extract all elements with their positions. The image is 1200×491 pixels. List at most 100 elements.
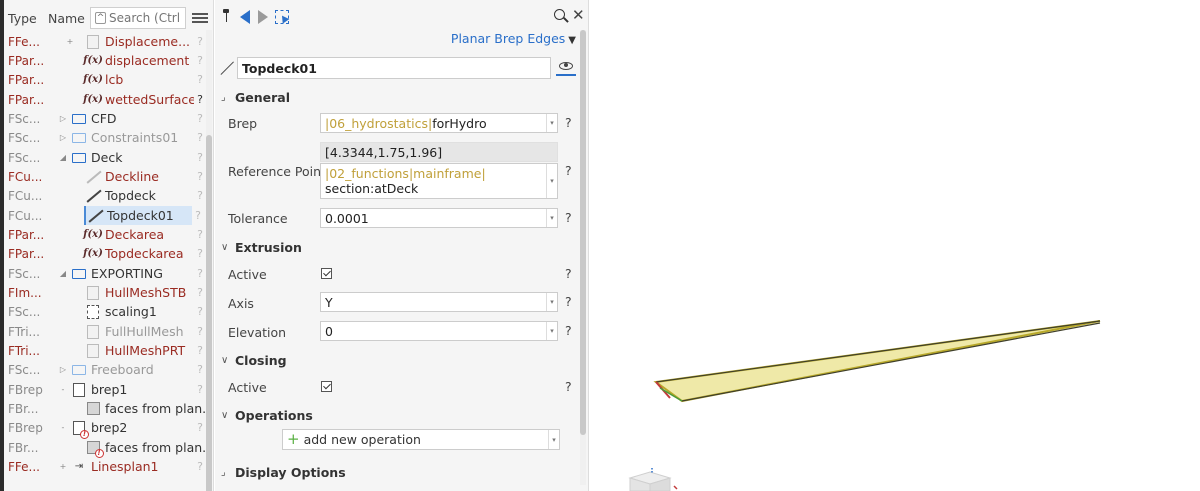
section-closing[interactable]: ∨ Closing xyxy=(221,353,287,368)
help-icon[interactable]: ? xyxy=(565,323,572,338)
help-icon[interactable]: ? xyxy=(194,267,206,280)
help-icon[interactable]: ? xyxy=(194,383,206,396)
tree-row[interactable]: FFe... + ⇥ Linesplan1 ? xyxy=(8,457,206,476)
help-icon[interactable]: ? xyxy=(194,228,206,241)
help-icon[interactable]: ? xyxy=(194,112,206,125)
collapse-icon[interactable]: - xyxy=(56,385,70,394)
help-icon[interactable]: ? xyxy=(194,305,206,318)
tree-row[interactable]: FSc... scaling1 ? xyxy=(8,302,206,321)
add-operation-dropdown[interactable]: + add new operation ▾ xyxy=(282,429,560,450)
object-name-input[interactable]: Topdeck01 xyxy=(237,57,551,79)
tree-scrollbar-thumb[interactable] xyxy=(206,135,212,491)
visibility-eye-icon[interactable] xyxy=(556,57,576,76)
dropdown-arrow-icon[interactable]: ▾ xyxy=(546,164,557,198)
back-arrow-icon[interactable] xyxy=(240,10,250,24)
tree-search-input[interactable] xyxy=(109,11,181,25)
pin-icon[interactable] xyxy=(223,9,229,23)
help-icon[interactable]: ? xyxy=(194,73,206,86)
help-icon[interactable]: ? xyxy=(194,54,206,67)
object-type-dropdown[interactable]: Planar Brep Edges ▼ xyxy=(451,31,576,46)
3d-viewport[interactable] xyxy=(590,0,1200,491)
expand-arrow-icon[interactable]: ▷ xyxy=(56,365,70,374)
help-icon[interactable]: ? xyxy=(194,170,206,183)
search-options-caret-icon[interactable]: ^ xyxy=(95,12,106,24)
help-icon[interactable]: ? xyxy=(565,115,572,130)
help-icon[interactable]: ? xyxy=(194,421,206,434)
closing-active-checkbox[interactable] xyxy=(321,381,332,392)
tree-row[interactable]: FCu... Deckline ? xyxy=(8,167,206,186)
extrusion-active-checkbox[interactable] xyxy=(321,268,332,279)
type-column-header[interactable]: Type xyxy=(8,11,48,26)
section-extrusion[interactable]: ∨ Extrusion xyxy=(221,240,302,255)
elevation-field[interactable]: 0 ▾ xyxy=(320,321,558,341)
tree-row[interactable]: FSc... ▷ Constraints01 ? xyxy=(8,128,206,147)
dropdown-arrow-icon[interactable]: ▾ xyxy=(546,322,557,340)
tree-row[interactable]: FPar... f(x) lcb ? xyxy=(8,70,206,89)
search-icon[interactable] xyxy=(554,9,565,20)
tree-row[interactable]: FBr... ! faces from plan... xyxy=(8,438,206,459)
help-icon[interactable]: ? xyxy=(194,189,206,202)
axis-field[interactable]: Y ▾ xyxy=(320,292,558,312)
tree-row[interactable]: FIm... HullMeshSTB ? xyxy=(8,283,206,302)
dropdown-arrow-icon[interactable]: ▾ xyxy=(546,209,557,227)
help-icon[interactable]: ? xyxy=(565,266,572,281)
expand-arrow-icon[interactable]: ▷ xyxy=(56,133,70,142)
properties-scrollbar[interactable] xyxy=(580,30,586,485)
help-icon[interactable]: ? xyxy=(565,294,572,309)
tree-row[interactable]: FBrep - brep1 ? xyxy=(8,380,206,399)
tree-row[interactable]: FBrep - ! brep2 ? xyxy=(8,418,206,439)
expand-arrow-icon[interactable]: ▷ xyxy=(56,114,70,123)
tree-row[interactable]: FSc... ▷ CFD ? xyxy=(8,109,206,128)
tolerance-field[interactable]: 0.0001 ▾ xyxy=(320,208,558,228)
name-column-header[interactable]: Name xyxy=(48,11,90,26)
tree-row[interactable]: FTri... FullHullMesh ? xyxy=(8,322,206,341)
help-icon[interactable]: ? xyxy=(192,209,204,222)
dropdown-arrow-icon[interactable]: ▾ xyxy=(546,114,557,132)
tree-row[interactable]: FPar... f(x) Topdeckarea ? xyxy=(8,244,206,263)
tree-row[interactable]: FCu... Topdeck ? xyxy=(8,186,206,205)
help-icon[interactable]: ? xyxy=(194,35,206,48)
close-icon[interactable]: ✕ xyxy=(572,6,585,24)
help-icon[interactable]: ? xyxy=(194,325,206,338)
help-icon[interactable]: ? xyxy=(194,247,206,260)
collapse-arrow-icon[interactable]: ◢ xyxy=(56,153,70,162)
forward-arrow-icon[interactable] xyxy=(258,10,268,24)
tree-row[interactable]: FSc... ◢ EXPORTING ? xyxy=(8,264,206,283)
brep-field[interactable]: |06_hydrostatics|forHydro ▾ xyxy=(320,113,558,133)
tree-row[interactable]: FTri... HullMeshPRT ? xyxy=(8,341,206,360)
tree-row[interactable]: FFe... + Displaceme... ? xyxy=(8,32,206,51)
help-icon[interactable]: ? xyxy=(194,131,206,144)
properties-scrollbar-thumb[interactable] xyxy=(580,30,586,435)
section-operations[interactable]: ∨ Operations xyxy=(221,408,313,423)
help-icon[interactable]: ? xyxy=(194,93,206,106)
tree-row[interactable]: FPar... f(x) displacement ? xyxy=(8,51,206,70)
tree-row-selected[interactable]: FCu... Topdeck01 ? xyxy=(8,206,206,226)
section-general[interactable]: ⌟ General xyxy=(221,90,290,105)
help-icon[interactable]: ? xyxy=(565,210,572,225)
dropdown-arrow-icon[interactable]: ▾ xyxy=(546,293,557,311)
collapse-icon[interactable]: - xyxy=(56,423,70,432)
help-icon[interactable]: ? xyxy=(194,460,206,473)
tree-row[interactable]: FSc... ▷ Freeboard ? xyxy=(8,360,206,379)
filter-settings-icon[interactable] xyxy=(192,11,208,25)
collapse-arrow-icon[interactable]: ◢ xyxy=(56,269,70,278)
help-icon[interactable]: ? xyxy=(194,363,206,376)
section-display-options[interactable]: ⌟ Display Options xyxy=(221,465,346,480)
tree-scrollbar[interactable] xyxy=(206,30,212,491)
help-icon[interactable]: ? xyxy=(194,151,206,164)
help-icon[interactable]: ? xyxy=(194,344,206,357)
tree-row[interactable]: FPar... f(x) Deckarea ? xyxy=(8,225,206,244)
reference-point-field[interactable]: |02_functions|mainframe| section:atDeck … xyxy=(320,163,558,199)
tree-row[interactable]: FSc... ◢ Deck ? xyxy=(8,148,206,167)
select-in-tree-icon[interactable] xyxy=(275,10,289,24)
axis-gizmo-icon[interactable] xyxy=(628,466,678,491)
dropdown-arrow-icon[interactable]: ▾ xyxy=(548,430,559,449)
tree-row[interactable]: FPar... f(x) wettedSurface ? xyxy=(8,90,206,109)
tree-row[interactable]: FBr... faces from plan... xyxy=(8,399,206,418)
tree-search-box[interactable]: ^ xyxy=(90,7,186,29)
help-icon[interactable]: ? xyxy=(565,379,572,394)
expand-icon[interactable]: + xyxy=(56,37,84,46)
help-icon[interactable]: ? xyxy=(565,163,572,178)
expand-icon[interactable]: + xyxy=(56,462,70,471)
help-icon[interactable]: ? xyxy=(194,286,206,299)
